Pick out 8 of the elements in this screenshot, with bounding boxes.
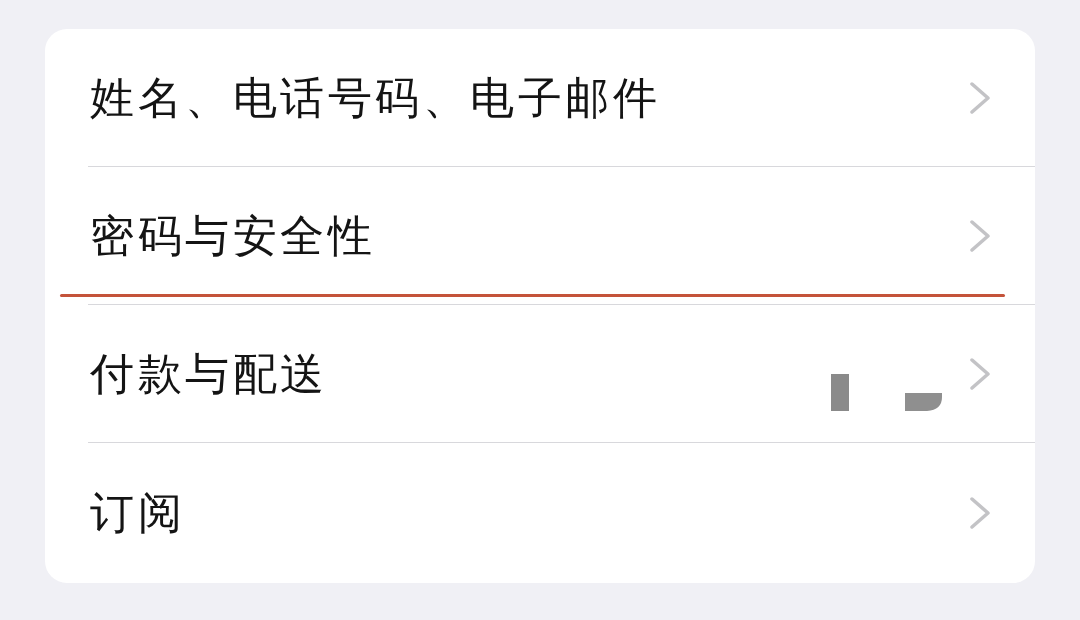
settings-row[interactable]: 姓名、电话号码、电子邮件 <box>45 29 1035 167</box>
chevron-icon <box>970 81 990 114</box>
chevron-icon <box>970 497 990 529</box>
settings-row[interactable]: 付款与配送 <box>45 305 1035 443</box>
chevron-icon <box>970 357 990 390</box>
chevron-icon <box>970 219 990 252</box>
settings-row[interactable]: 订阅 <box>45 443 1035 583</box>
settings-row[interactable]: 密码与安全性 <box>45 167 1035 305</box>
